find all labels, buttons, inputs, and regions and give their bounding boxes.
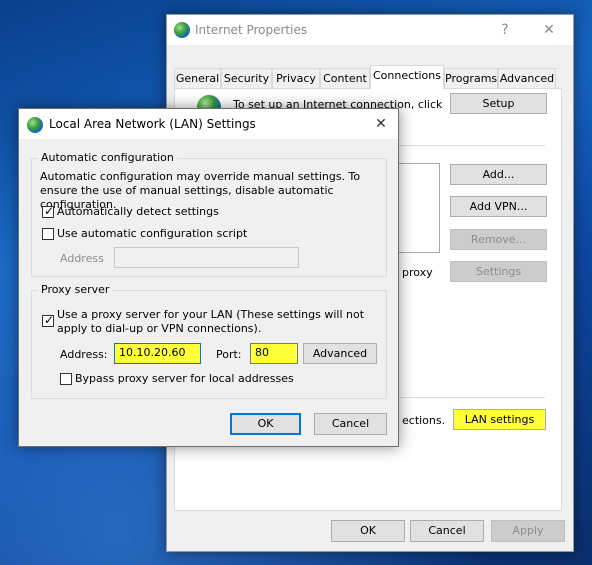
lan-globe-icon (27, 117, 43, 133)
proxy-port-input[interactable]: 80 (250, 343, 298, 364)
help-icon[interactable]: ? (495, 20, 515, 40)
advanced-button[interactable]: Advanced (303, 343, 377, 364)
automatic-configuration-title: Automatic configuration (38, 151, 177, 164)
setup-button[interactable]: Setup (450, 93, 547, 114)
lan-settings-button[interactable]: LAN settings (453, 409, 546, 430)
lan-dialog-titlebar: Local Area Network (LAN) Settings ✕ (19, 109, 398, 139)
ok-button[interactable]: OK (331, 520, 405, 542)
internet-properties-title: Internet Properties (195, 23, 308, 37)
proxy-address-label: Address: (60, 348, 108, 361)
bypass-local-checkbox[interactable] (60, 373, 72, 385)
tab-privacy[interactable]: Privacy (272, 68, 320, 88)
checkmark-icon: ✓ (43, 313, 55, 327)
tab-connections[interactable]: Connections (370, 65, 444, 89)
script-address-input[interactable] (114, 247, 299, 268)
proxy-server-title: Proxy server (38, 283, 113, 296)
proxy-address-input[interactable]: 10.10.20.60 (114, 343, 201, 364)
lan-cancel-button[interactable]: Cancel (314, 413, 387, 435)
cancel-button[interactable]: Cancel (410, 520, 484, 542)
checkmark-icon: ✓ (43, 204, 55, 218)
script-address-label: Address (60, 252, 104, 265)
auto-config-script-checkbox[interactable] (42, 228, 54, 240)
lan-description-fragment: ections. (402, 414, 446, 427)
auto-detect-checkbox[interactable]: ✓ (42, 204, 55, 218)
automatic-configuration-group: Automatic configuration Automatic config… (31, 151, 387, 277)
tab-general[interactable]: General (174, 68, 221, 88)
connections-list (395, 163, 440, 253)
remove-button[interactable]: Remove... (450, 229, 547, 250)
settings-button[interactable]: Settings (450, 261, 547, 282)
proxy-server-group: Proxy server ✓ Use a proxy server for yo… (31, 283, 387, 399)
add-vpn-button[interactable]: Add VPN... (450, 196, 547, 217)
use-proxy-label[interactable]: Use a proxy server for your LAN (These s… (57, 308, 377, 336)
bypass-local-label[interactable]: Bypass proxy server for local addresses (75, 372, 294, 385)
proxy-text-fragment: proxy (402, 266, 433, 279)
add-button[interactable]: Add... (450, 164, 547, 185)
use-proxy-checkbox[interactable]: ✓ (42, 313, 55, 327)
tab-content[interactable]: Content (320, 68, 370, 88)
lan-settings-dialog: Local Area Network (LAN) Settings ✕ Auto… (18, 108, 399, 447)
tab-programs[interactable]: Programs (444, 68, 498, 88)
lan-ok-button[interactable]: OK (230, 413, 301, 435)
section-divider (395, 145, 545, 146)
lan-dialog-title: Local Area Network (LAN) Settings (49, 117, 256, 131)
close-icon[interactable]: ✕ (371, 114, 391, 134)
lan-divider (395, 397, 545, 398)
tab-security[interactable]: Security (221, 68, 272, 88)
auto-config-script-label[interactable]: Use automatic configuration script (57, 227, 247, 240)
proxy-port-label: Port: (216, 348, 242, 361)
tab-advanced[interactable]: Advanced (498, 68, 556, 88)
internet-properties-titlebar: Internet Properties ? ✕ (167, 15, 573, 45)
apply-button[interactable]: Apply (491, 520, 565, 542)
auto-detect-label[interactable]: Automatically detect settings (57, 205, 219, 218)
close-icon[interactable]: ✕ (539, 20, 559, 40)
internet-globe-icon (174, 22, 190, 38)
